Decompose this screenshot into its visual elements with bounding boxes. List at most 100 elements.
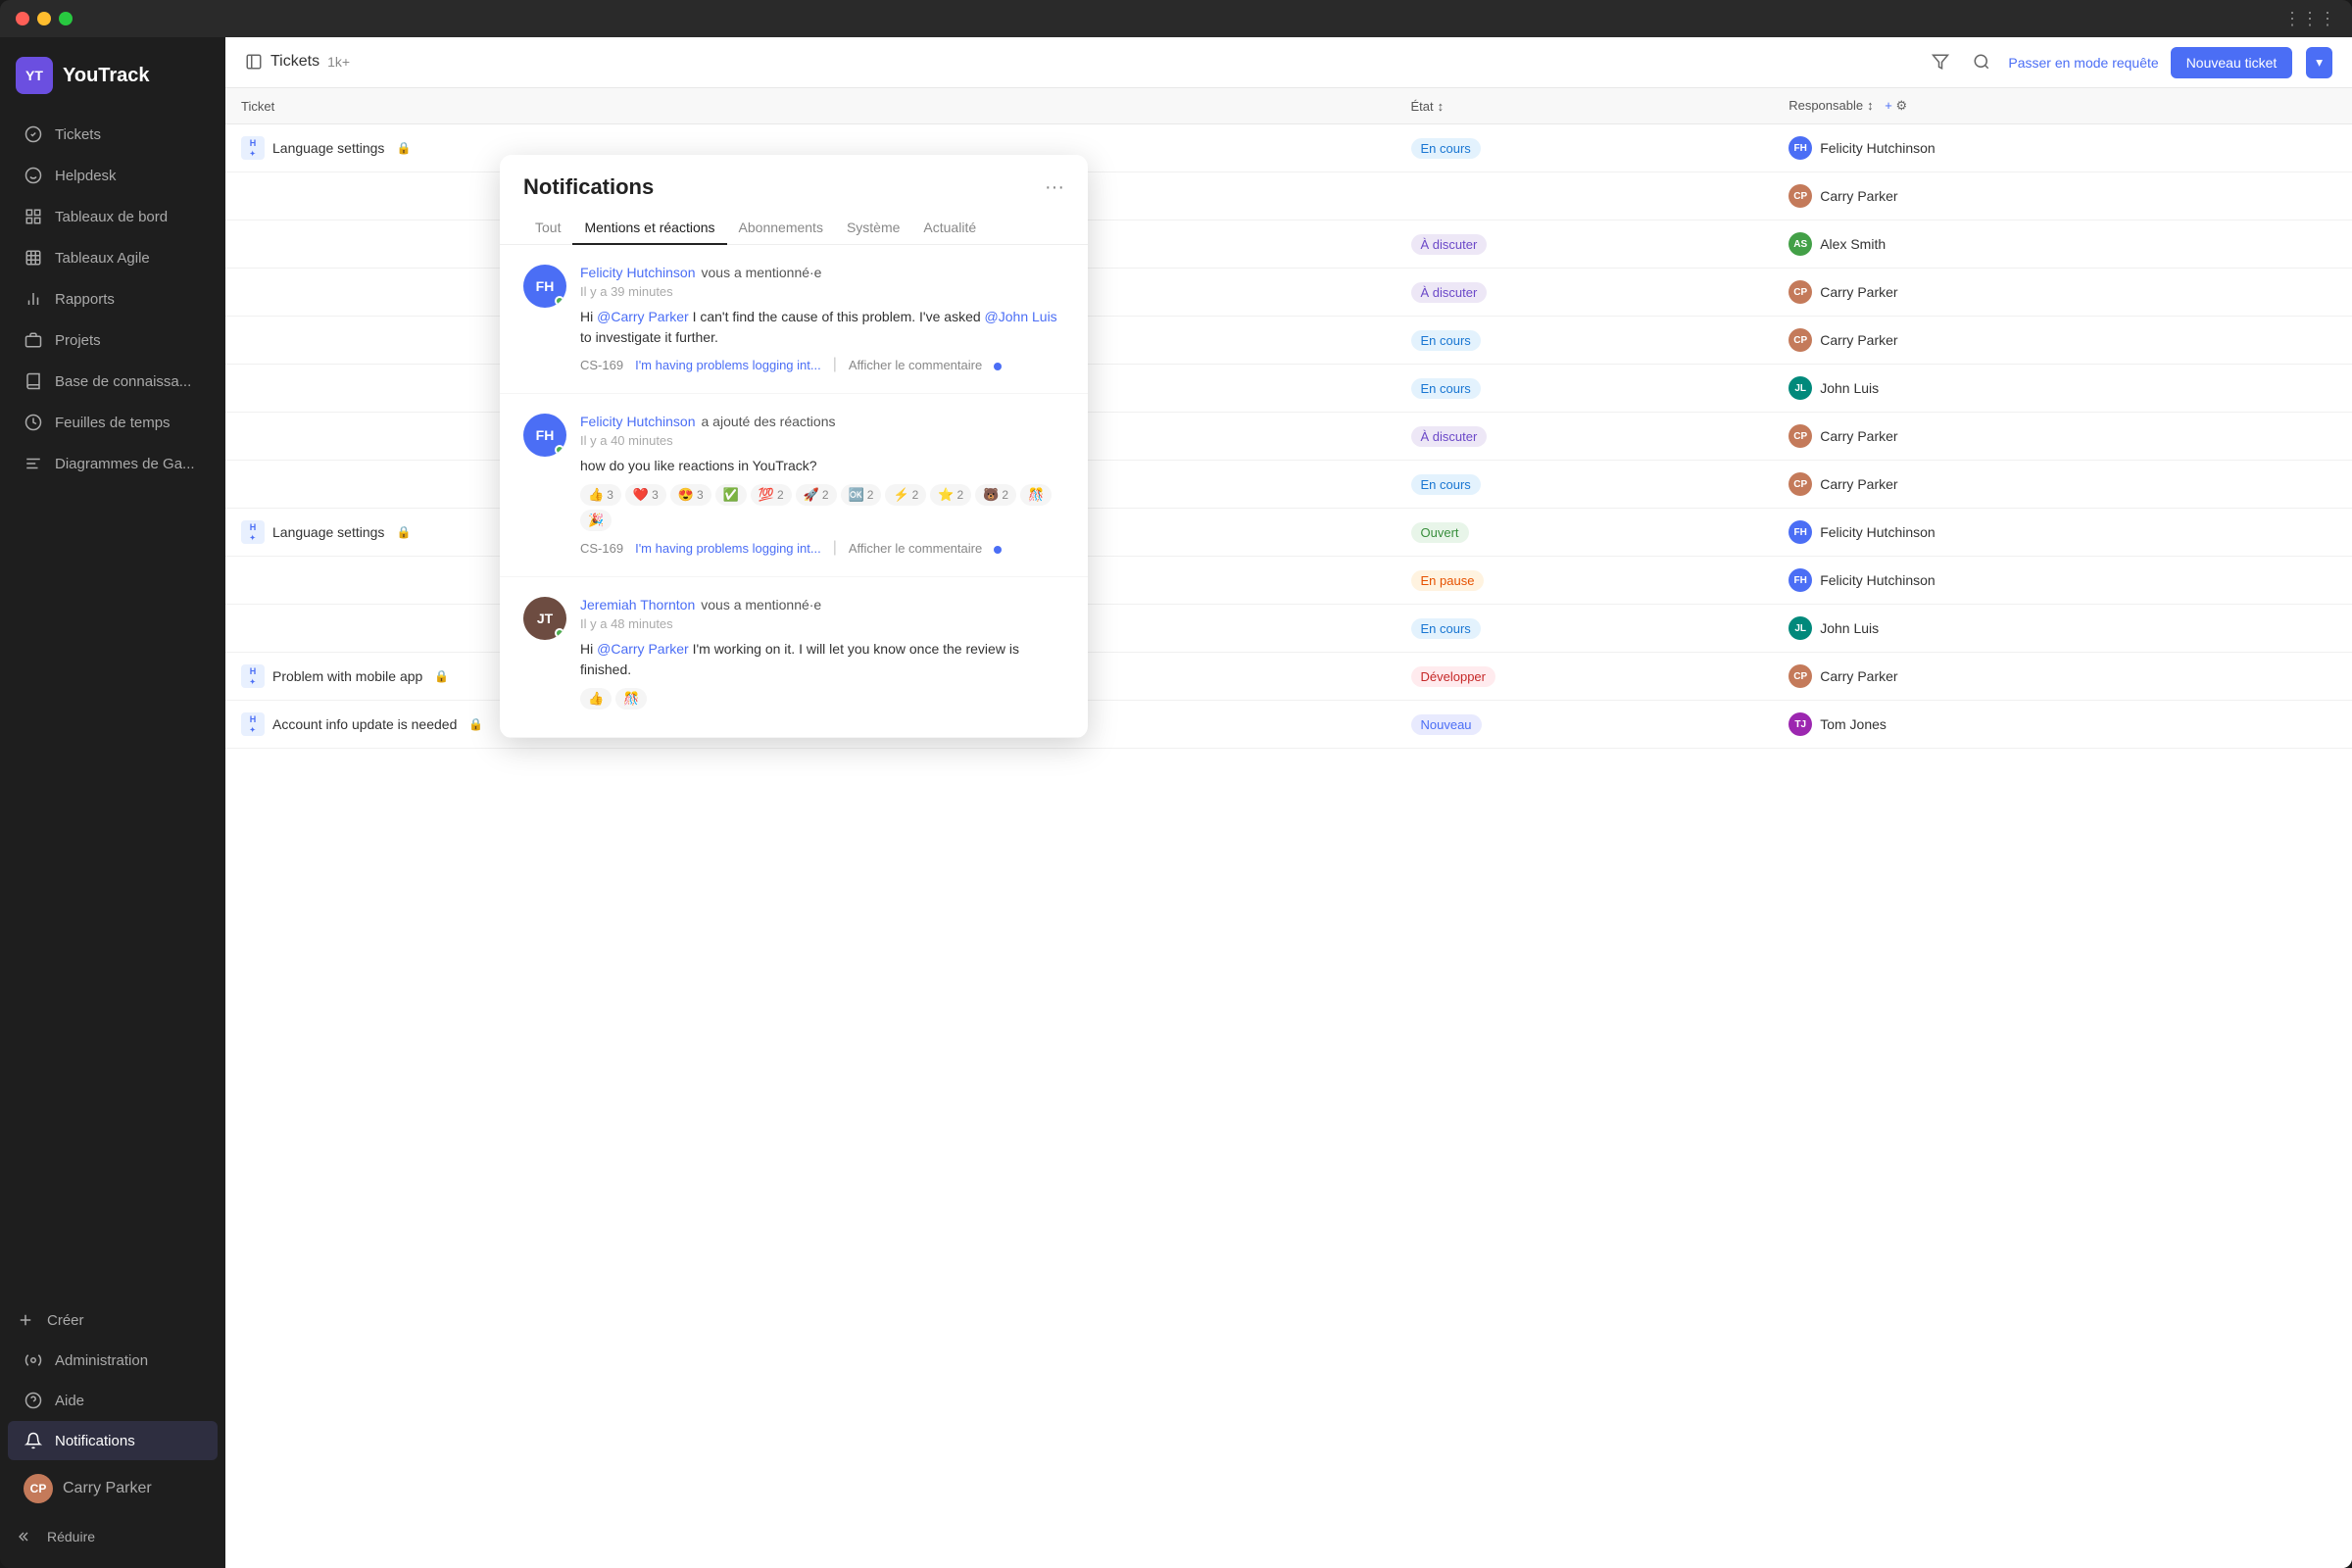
sidebar-item-aide[interactable]: Aide bbox=[8, 1381, 218, 1420]
notif-tab-abonnements[interactable]: Abonnements bbox=[727, 212, 835, 245]
reaction-pill[interactable]: 🆗2 bbox=[841, 484, 882, 506]
search-icon[interactable] bbox=[1967, 47, 1996, 76]
sidebar-item-projets[interactable]: Projets bbox=[8, 320, 218, 360]
add-column-icon[interactable]: + bbox=[1885, 98, 1892, 113]
new-ticket-dropdown[interactable]: ▾ bbox=[2306, 47, 2332, 78]
reaction-pill[interactable]: 🎉 bbox=[580, 510, 612, 531]
maximize-button[interactable] bbox=[59, 12, 73, 25]
sidebar-item-administration[interactable]: Administration bbox=[8, 1341, 218, 1380]
ticket-icon: H✦ bbox=[241, 520, 265, 544]
status-badge[interactable]: En cours bbox=[1411, 138, 1481, 159]
responsible-item[interactable]: JL John Luis bbox=[1788, 616, 2336, 640]
notif-author[interactable]: Felicity Hutchinson bbox=[580, 414, 696, 429]
reaction-pill[interactable]: 🎊 bbox=[1020, 484, 1052, 506]
notif-body: Hi @Carry Parker I can't find the cause … bbox=[580, 307, 1064, 348]
minimize-button[interactable] bbox=[37, 12, 51, 25]
reaction-pill[interactable]: 👍3 bbox=[580, 484, 621, 506]
notif-tab-mentions[interactable]: Mentions et réactions bbox=[572, 212, 726, 245]
query-mode-link[interactable]: Passer en mode requête bbox=[2008, 55, 2158, 71]
status-badge[interactable]: En cours bbox=[1411, 618, 1481, 639]
notif-author[interactable]: Felicity Hutchinson bbox=[580, 265, 696, 280]
responsible-item[interactable]: CP Carry Parker bbox=[1788, 664, 2336, 688]
responsible-item[interactable]: AS Alex Smith bbox=[1788, 232, 2336, 256]
status-badge[interactable]: À discuter bbox=[1411, 426, 1488, 447]
new-ticket-button[interactable]: Nouveau ticket bbox=[2171, 47, 2293, 78]
reaction-pill[interactable]: ✅ bbox=[715, 484, 747, 506]
col-responsible-sort[interactable]: Responsable ↕ bbox=[1788, 98, 1873, 113]
status-badge[interactable]: En cours bbox=[1411, 378, 1481, 399]
responsible-item[interactable]: CP Carry Parker bbox=[1788, 184, 2336, 208]
window-menu-icon[interactable]: ⋮⋮⋮ bbox=[2283, 9, 2336, 29]
mention[interactable]: @John Luis bbox=[985, 309, 1057, 324]
close-button[interactable] bbox=[16, 12, 29, 25]
reaction-pill[interactable]: ⭐2 bbox=[930, 484, 971, 506]
panel-toggle-icon[interactable] bbox=[245, 53, 263, 71]
sidebar-item-notifications[interactable]: Notifications bbox=[8, 1421, 218, 1460]
responsible-item[interactable]: CP Carry Parker bbox=[1788, 472, 2336, 496]
ticket-link[interactable]: I'm having problems logging int... bbox=[635, 358, 821, 372]
responsible-item[interactable]: FH Felicity Hutchinson bbox=[1788, 568, 2336, 592]
status-badge[interactable]: À discuter bbox=[1411, 234, 1488, 255]
ticket-name[interactable]: Language settings bbox=[272, 524, 384, 540]
sidebar-item-tickets[interactable]: Tickets bbox=[8, 115, 218, 154]
sidebar-item-base-connaissance[interactable]: Base de connaissa... bbox=[8, 362, 218, 401]
status-badge[interactable]: Développer bbox=[1411, 666, 1496, 687]
ticket-name[interactable]: Account info update is needed bbox=[272, 716, 457, 732]
sidebar-item-rapports[interactable]: Rapports bbox=[8, 279, 218, 318]
sidebar-item-tableaux-bord[interactable]: Tableaux de bord bbox=[8, 197, 218, 236]
filter-icon[interactable] bbox=[1926, 47, 1955, 76]
sidebar-item-creer[interactable]: Créer bbox=[0, 1300, 225, 1340]
reaction-pill[interactable]: ⚡2 bbox=[885, 484, 926, 506]
notif-meta: Felicity Hutchinson vous a mentionné·e bbox=[580, 265, 1064, 280]
user-name: Carry Parker bbox=[63, 1480, 152, 1497]
col-responsible[interactable]: Responsable ↕ + ⚙ bbox=[1773, 88, 2352, 124]
responsible-name: Alex Smith bbox=[1820, 236, 1886, 252]
status-badge[interactable]: En pause bbox=[1411, 570, 1485, 591]
col-state-sort[interactable]: État ↕ bbox=[1411, 99, 1445, 114]
sidebar-item-feuilles-temps[interactable]: Feuilles de temps bbox=[8, 403, 218, 442]
mention[interactable]: @Carry Parker bbox=[597, 309, 689, 324]
responsible-item[interactable]: FH Felicity Hutchinson bbox=[1788, 136, 2336, 160]
view-comment-link[interactable]: Afficher le commentaire bbox=[849, 541, 982, 556]
sidebar-logo[interactable]: YT YouTrack bbox=[0, 49, 225, 114]
check-circle-icon bbox=[24, 124, 43, 144]
sidebar-item-label: Feuilles de temps bbox=[55, 415, 171, 431]
status-badge[interactable]: En cours bbox=[1411, 330, 1481, 351]
responsible-item[interactable]: JL John Luis bbox=[1788, 376, 2336, 400]
status-badge[interactable]: À discuter bbox=[1411, 282, 1488, 303]
notif-menu-icon[interactable]: ··· bbox=[1045, 176, 1064, 199]
view-comment-link[interactable]: Afficher le commentaire bbox=[849, 358, 982, 372]
reaction-pill[interactable]: 💯2 bbox=[751, 484, 792, 506]
sidebar-item-helpdesk[interactable]: Helpdesk bbox=[8, 156, 218, 195]
ticket-link[interactable]: I'm having problems logging int... bbox=[635, 541, 821, 556]
col-state[interactable]: État ↕ bbox=[1396, 88, 1774, 124]
notif-tab-tout[interactable]: Tout bbox=[523, 212, 572, 245]
status-badge[interactable]: Ouvert bbox=[1411, 522, 1469, 543]
responsible-item[interactable]: FH Felicity Hutchinson bbox=[1788, 520, 2336, 544]
sidebar-item-tableaux-agile[interactable]: Tableaux Agile bbox=[8, 238, 218, 277]
reaction-pill[interactable]: 🚀2 bbox=[796, 484, 837, 506]
user-profile[interactable]: CP Carry Parker bbox=[8, 1464, 218, 1513]
responsible-item[interactable]: CP Carry Parker bbox=[1788, 424, 2336, 448]
ticket-name[interactable]: Language settings bbox=[272, 140, 384, 156]
responsible-item[interactable]: TJ Tom Jones bbox=[1788, 712, 2336, 736]
sidebar-item-diagrammes[interactable]: Diagrammes de Ga... bbox=[8, 444, 218, 483]
reaction-pill[interactable]: ❤️3 bbox=[625, 484, 666, 506]
reaction-count: 3 bbox=[652, 488, 659, 502]
reaction-pill[interactable]: 👍 bbox=[580, 688, 612, 710]
notif-tab-actualite[interactable]: Actualité bbox=[911, 212, 988, 245]
sidebar-item-label: Tableaux Agile bbox=[55, 250, 150, 267]
responsible-item[interactable]: CP Carry Parker bbox=[1788, 328, 2336, 352]
responsible-item[interactable]: CP Carry Parker bbox=[1788, 280, 2336, 304]
reaction-pill[interactable]: 🐻2 bbox=[975, 484, 1016, 506]
notif-tab-systeme[interactable]: Système bbox=[835, 212, 911, 245]
notif-author[interactable]: Jeremiah Thornton bbox=[580, 597, 695, 612]
ticket-name[interactable]: Problem with mobile app bbox=[272, 668, 422, 684]
gear-icon[interactable]: ⚙ bbox=[1895, 98, 1907, 113]
status-badge[interactable]: Nouveau bbox=[1411, 714, 1482, 735]
status-badge[interactable]: En cours bbox=[1411, 474, 1481, 495]
reaction-pill[interactable]: 🎊 bbox=[615, 688, 647, 710]
sidebar-collapse[interactable]: Réduire bbox=[0, 1517, 225, 1556]
mention[interactable]: @Carry Parker bbox=[597, 641, 689, 657]
reaction-pill[interactable]: 😍3 bbox=[670, 484, 711, 506]
